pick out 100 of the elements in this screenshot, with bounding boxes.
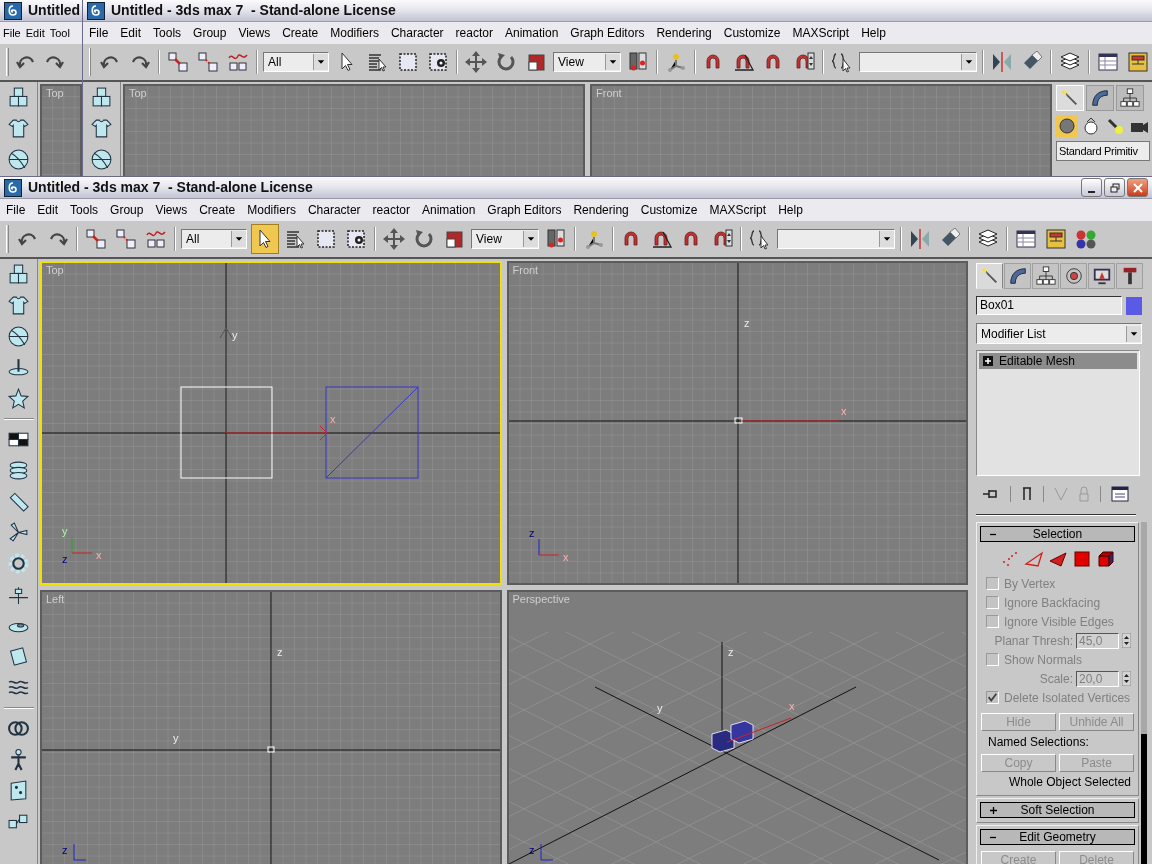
scrollbar-thumb[interactable]: [1141, 734, 1147, 864]
panel-tab[interactable]: [1004, 263, 1031, 289]
menu-item[interactable]: Modifiers: [330, 24, 379, 42]
square-icon[interactable]: [443, 228, 465, 250]
menu-item[interactable]: MAXScript: [792, 24, 850, 42]
selection-filter-dropdown[interactable]: All: [263, 52, 329, 72]
spring-icon[interactable]: [7, 459, 30, 482]
menu-item[interactable]: Tools: [153, 24, 182, 42]
menu-item[interactable]: Animation: [504, 24, 559, 42]
menu-item[interactable]: MAXScript: [709, 201, 767, 219]
close-button[interactable]: [1127, 178, 1148, 197]
menu-item[interactable]: Group: [110, 201, 144, 219]
list-cursor-icon[interactable]: [367, 51, 389, 73]
selection-filter-dropdown[interactable]: All: [181, 229, 247, 249]
scrollbar-track[interactable]: [1141, 522, 1147, 864]
braces-cursor-icon[interactable]: [831, 51, 853, 73]
bars-icon[interactable]: [545, 228, 567, 250]
cube-icon[interactable]: [1095, 550, 1116, 568]
menu-item[interactable]: Edit: [120, 24, 142, 42]
mirror-icon[interactable]: [909, 228, 931, 250]
minimize-button[interactable]: [1081, 178, 1102, 197]
menu-item[interactable]: Tool: [49, 24, 70, 42]
menu-item[interactable]: Views: [238, 24, 271, 42]
menu-item[interactable]: Character: [307, 201, 361, 219]
squiggle-squares-icon[interactable]: [227, 51, 249, 73]
gear-icon[interactable]: [7, 552, 30, 575]
magnet-angle-icon[interactable]: [651, 228, 673, 250]
tripod-icon[interactable]: [665, 51, 687, 73]
panel-tab[interactable]: [1060, 263, 1087, 289]
menu-item[interactable]: Character: [390, 24, 444, 42]
menu-item[interactable]: reactor: [455, 24, 493, 42]
fork-icon[interactable]: [1021, 486, 1033, 502]
linked-squares-icon[interactable]: [167, 51, 189, 73]
restore-button[interactable]: [1104, 178, 1125, 197]
rollout-header[interactable]: Selection: [980, 526, 1135, 542]
schematic-icon[interactable]: [1127, 51, 1149, 73]
unlinked-squares-icon[interactable]: [115, 228, 137, 250]
panel-tab[interactable]: [1116, 263, 1143, 289]
menu-item[interactable]: Rendering: [656, 24, 712, 42]
triangle-icon[interactable]: [1047, 550, 1068, 568]
menu-item[interactable]: Edit: [25, 24, 45, 42]
cubes-icon[interactable]: [7, 86, 30, 109]
menu-item[interactable]: Customize: [723, 24, 781, 42]
panel-tab[interactable]: [1032, 263, 1059, 289]
spheres-icon[interactable]: [1075, 228, 1097, 250]
modifier-list-dropdown[interactable]: Modifier List: [976, 323, 1142, 344]
ball-icon[interactable]: [7, 325, 30, 348]
bars-icon[interactable]: [627, 51, 649, 73]
square-icon[interactable]: [525, 51, 547, 73]
viewport[interactable]: Left z y z: [40, 590, 502, 864]
menu-item[interactable]: File: [6, 201, 26, 219]
shirt-icon[interactable]: [7, 294, 30, 317]
panel-tab[interactable]: [1086, 85, 1114, 111]
dashed-square-icon[interactable]: [397, 51, 419, 73]
ball-icon[interactable]: [90, 148, 113, 171]
squiggle-squares-icon[interactable]: [145, 228, 167, 250]
shirt-icon[interactable]: [7, 117, 30, 140]
coordinate-system-dropdown[interactable]: View: [471, 229, 539, 249]
list-cursor-icon[interactable]: [285, 228, 307, 250]
panel-tab[interactable]: [1116, 85, 1144, 111]
menu-item[interactable]: Edit: [37, 201, 59, 219]
braces-cursor-icon[interactable]: [749, 228, 771, 250]
select-tool-button[interactable]: [251, 224, 279, 254]
linked-squares-icon[interactable]: [85, 228, 107, 250]
coordinate-system-dropdown[interactable]: View: [553, 52, 621, 72]
viewport[interactable]: Top y x y z x: [40, 261, 502, 585]
named-selection-dropdown[interactable]: [859, 52, 977, 72]
rollout-header[interactable]: Soft Selection: [980, 802, 1135, 818]
menu-item[interactable]: reactor: [372, 201, 410, 219]
cubes-icon[interactable]: [7, 263, 30, 286]
menu-item[interactable]: File: [3, 24, 21, 42]
menu-item[interactable]: Help: [778, 201, 803, 219]
schematic-icon[interactable]: [1045, 228, 1067, 250]
menu-item[interactable]: File: [89, 24, 109, 42]
menu-item[interactable]: Customize: [640, 201, 698, 219]
panel-tab[interactable]: [1088, 263, 1115, 289]
magnet-angle-icon[interactable]: [733, 51, 755, 73]
ball-icon[interactable]: [7, 148, 30, 171]
named-selection-dropdown[interactable]: [777, 229, 895, 249]
menu-item[interactable]: Graph Editors: [487, 201, 562, 219]
menu-item[interactable]: Tools: [70, 201, 99, 219]
unlinked-squares-icon[interactable]: [197, 51, 219, 73]
menu-item[interactable]: Group: [193, 24, 227, 42]
menu-item[interactable]: Modifiers: [247, 201, 296, 219]
magnet-spinner-icon[interactable]: [793, 51, 815, 73]
star-icon[interactable]: [7, 387, 30, 410]
shirt-icon[interactable]: [90, 117, 113, 140]
triangle-outline-icon[interactable]: [1023, 550, 1044, 568]
circular-arrow-icon[interactable]: [413, 228, 435, 250]
stack-item[interactable]: Editable Mesh: [979, 353, 1137, 369]
menu-item[interactable]: Rendering: [573, 201, 629, 219]
object-name-field[interactable]: Box01: [976, 296, 1122, 315]
four-arrows-icon[interactable]: [465, 51, 487, 73]
viewport[interactable]: Perspective z y x z: [506, 590, 968, 864]
rollout-header[interactable]: Edit Geometry: [980, 829, 1135, 845]
cubes-icon[interactable]: [90, 86, 113, 109]
four-arrows-icon[interactable]: [383, 228, 405, 250]
table-icon[interactable]: [1015, 228, 1037, 250]
circular-arrow-icon[interactable]: [495, 51, 517, 73]
mirror-icon[interactable]: [991, 51, 1013, 73]
